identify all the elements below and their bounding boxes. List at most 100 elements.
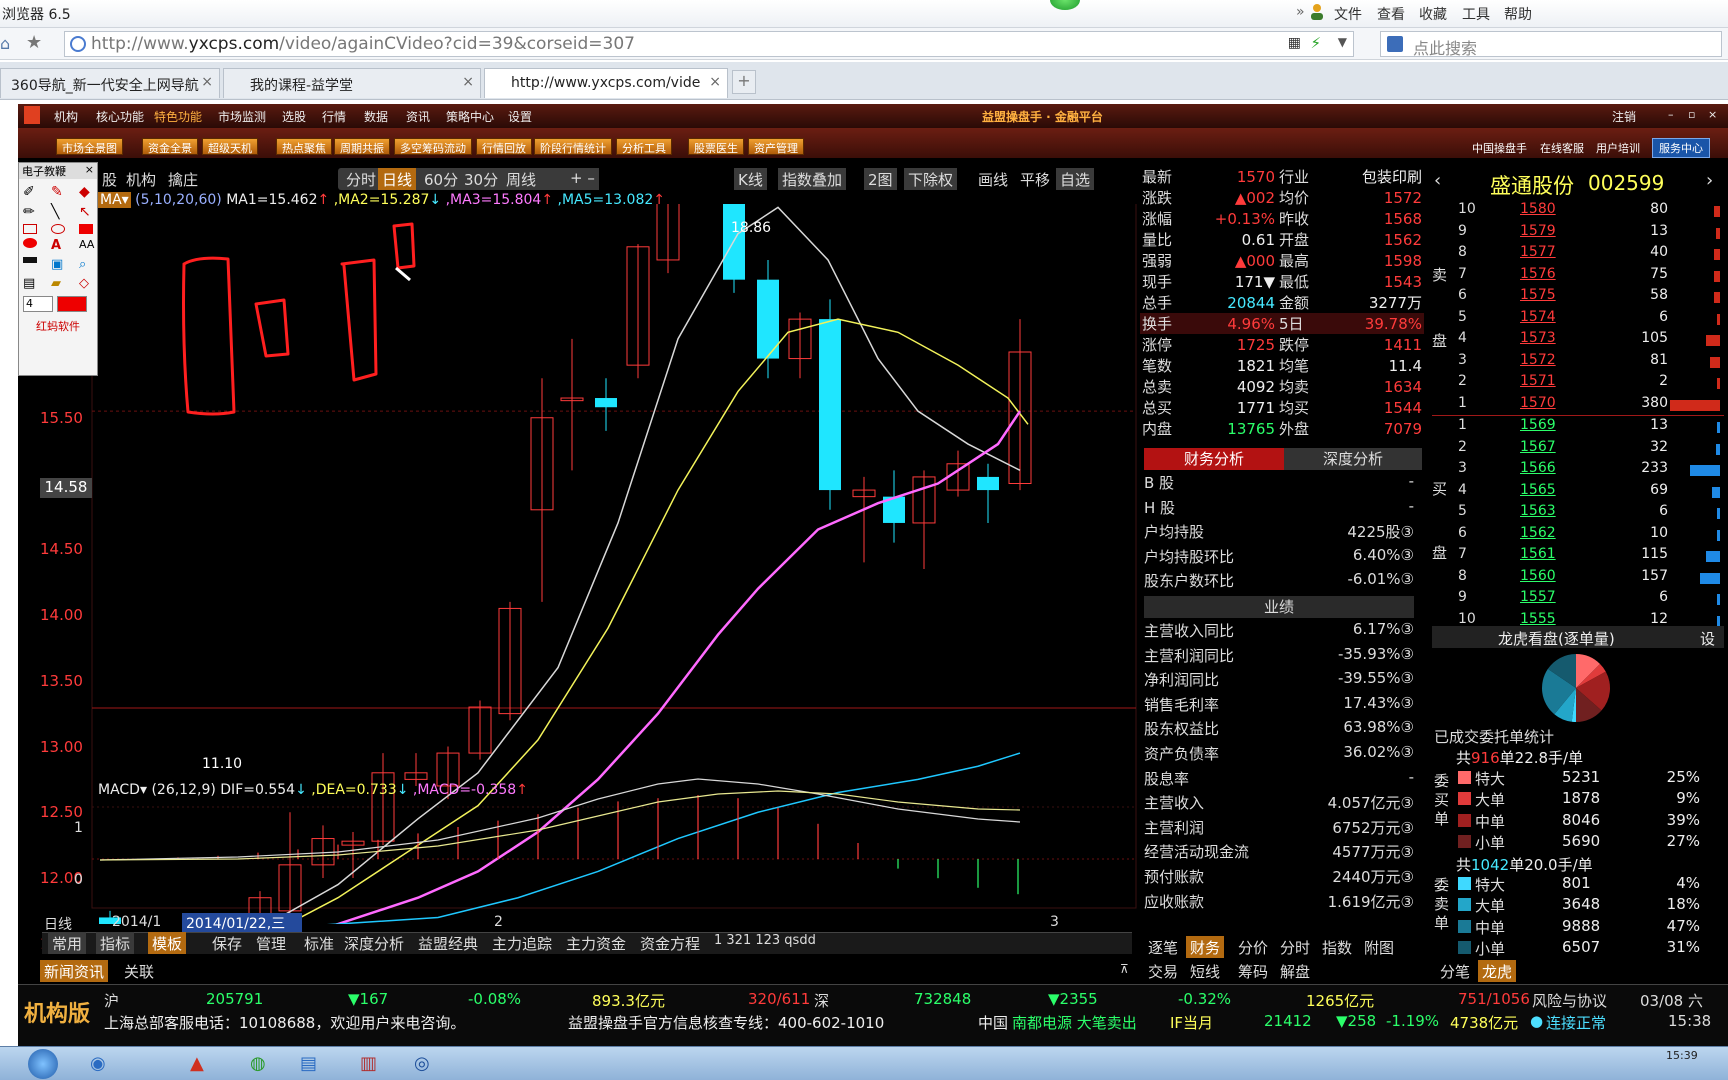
link-user-training[interactable]: 用户培训: [1596, 140, 1640, 156]
font-icon[interactable]: AA: [79, 238, 103, 253]
search-engine-icon[interactable]: [1387, 36, 1403, 52]
tab-template[interactable]: 模板: [148, 932, 187, 954]
btn-draw-line[interactable]: 画线: [974, 168, 1012, 190]
period-60[interactable]: 60分: [420, 168, 462, 190]
tab-trade[interactable]: 交易: [1144, 960, 1182, 982]
btn-cycle[interactable]: 周期共振: [334, 138, 390, 155]
sell-level-row[interactable]: 5 1574 6: [1456, 309, 1724, 330]
tab-index[interactable]: 指数: [1318, 936, 1356, 958]
tab-video[interactable]: http://www.yxcps.com/vide ×: [484, 68, 728, 98]
link-china-trader[interactable]: 中国操盘手: [1472, 140, 1527, 156]
window-restore-icon[interactable]: ▫: [1688, 108, 1695, 121]
bold-line-icon[interactable]: [23, 257, 37, 263]
period-daily[interactable]: 日线: [378, 168, 417, 190]
period-30[interactable]: 30分: [460, 168, 502, 190]
menu-settings[interactable]: 设置: [508, 108, 532, 125]
period-weekly[interactable]: 周线: [502, 168, 540, 190]
menu-expand-icon[interactable]: »: [1296, 4, 1305, 20]
pen-width-select[interactable]: 4: [23, 296, 53, 312]
toolbar-qinzhuang[interactable]: 擒庄: [164, 168, 202, 190]
tab-commentary[interactable]: 解盘: [1276, 960, 1314, 982]
stock-chart[interactable]: [38, 204, 1138, 924]
user-icon[interactable]: [1310, 3, 1324, 20]
star-icon[interactable]: ★: [26, 32, 42, 53]
buy-level-row[interactable]: 1 1569 13: [1456, 417, 1724, 438]
tab-close-icon[interactable]: ×: [709, 74, 721, 90]
btn-market-panorama[interactable]: 市场全景图: [56, 138, 123, 155]
menu-select[interactable]: 选股: [282, 108, 306, 125]
new-tab-button[interactable]: +: [732, 70, 756, 94]
taskbar-app-5-icon[interactable]: ▥: [360, 1053, 377, 1074]
screen-icon[interactable]: ▣: [51, 257, 75, 272]
url-input[interactable]: http://www.yxcps.com/video/againCVideo?c…: [64, 31, 1354, 57]
btn-watchlist[interactable]: 自选: [1056, 168, 1095, 190]
clear-icon[interactable]: ◇: [79, 276, 103, 291]
buy-level-row[interactable]: 3 1566 233: [1456, 460, 1724, 481]
lightning-icon[interactable]: ⚡: [1310, 34, 1321, 52]
tab-save[interactable]: 保存: [208, 932, 246, 954]
tab-tick[interactable]: 逐笔: [1144, 936, 1182, 958]
window-close-icon[interactable]: ×: [1708, 108, 1717, 121]
taskbar-app-4-icon[interactable]: ▤: [300, 1053, 317, 1074]
sell-level-row[interactable]: 4 1573 105: [1456, 330, 1724, 351]
menu-jigou[interactable]: 机构: [54, 108, 78, 125]
tab-common[interactable]: 常用: [48, 932, 87, 954]
menu-news[interactable]: 资讯: [406, 108, 430, 125]
menu-help[interactable]: 帮助: [1504, 4, 1532, 24]
save-icon[interactable]: ▤: [23, 276, 47, 291]
tab-deep-analysis[interactable]: 深度分析: [340, 932, 408, 954]
tool-panel-close-icon[interactable]: ×: [85, 163, 94, 176]
tab-fund-equation[interactable]: 资金方程: [636, 932, 704, 954]
btn-kline[interactable]: K线: [734, 168, 767, 190]
tab-depth-analysis[interactable]: 深度分析: [1284, 448, 1422, 470]
buy-level-row[interactable]: 8 1560 157: [1456, 568, 1724, 589]
sell-level-row[interactable]: 9 1579 13: [1456, 223, 1724, 244]
pen-icon[interactable]: ✎: [51, 184, 75, 200]
menu-quote[interactable]: 行情: [322, 108, 346, 125]
sell-level-row[interactable]: 7 1576 75: [1456, 266, 1724, 287]
tab-longhu[interactable]: 龙虎: [1478, 960, 1517, 982]
tab-timeshare[interactable]: 分时: [1276, 936, 1314, 958]
menu-data[interactable]: 数据: [364, 108, 388, 125]
eraser-icon[interactable]: ✐: [23, 184, 47, 200]
menu-monitor[interactable]: 市场监测: [218, 108, 266, 125]
tab-fenbi[interactable]: 分笔: [1436, 960, 1474, 982]
buy-level-row[interactable]: 9 1557 6: [1456, 589, 1724, 610]
btn-asset-manage[interactable]: 资产管理: [748, 138, 804, 155]
tab-custom[interactable]: 1 321 123 qsdd: [710, 932, 820, 954]
start-button-icon[interactable]: [28, 1049, 58, 1079]
btn-replay[interactable]: 行情回放: [476, 138, 532, 155]
prev-stock-icon[interactable]: ‹: [1434, 170, 1441, 191]
pencil-icon[interactable]: ✏: [23, 204, 47, 220]
fill-ellipse-icon[interactable]: [23, 238, 37, 248]
tab-news[interactable]: 新闻资讯: [40, 960, 109, 982]
tab-standard[interactable]: 标准: [300, 932, 338, 954]
tab-360[interactable]: 360导航_新一代安全上网导航 ×: [0, 68, 220, 98]
window-minimize-icon[interactable]: –: [1668, 108, 1674, 121]
btn-fund-panorama[interactable]: 资金全景: [142, 138, 198, 155]
tab-main-track[interactable]: 主力追踪: [488, 932, 556, 954]
risk-link[interactable]: 风险与协议: [1532, 990, 1607, 1011]
color-select[interactable]: [57, 296, 87, 312]
zoom-in-button[interactable]: + –: [566, 168, 599, 190]
menu-core[interactable]: 核心功能: [96, 108, 144, 125]
taskbar-app-3-icon[interactable]: ◍: [250, 1053, 266, 1074]
dragon-setting[interactable]: 设: [1700, 628, 1715, 649]
link-online-service[interactable]: 在线客服: [1540, 140, 1584, 156]
menu-special[interactable]: 特色功能: [154, 108, 202, 125]
tab-finance[interactable]: 财务: [1186, 936, 1225, 958]
btn-analysis-tools[interactable]: 分析工具: [616, 138, 672, 155]
sell-level-row[interactable]: 6 1575 58: [1456, 287, 1724, 308]
qrcode-icon[interactable]: ▦: [1288, 35, 1301, 51]
tab-price-dist[interactable]: 分价: [1234, 936, 1272, 958]
btn-chips-flow[interactable]: 多空筹码流动: [394, 138, 472, 155]
tab-course[interactable]: 我的课程-益学堂 ×: [223, 68, 481, 98]
url-dropdown-icon[interactable]: ▼: [1338, 35, 1347, 49]
taskbar-app-2-icon[interactable]: ▲: [190, 1053, 204, 1074]
btn-ex-rights[interactable]: 下除权: [904, 168, 958, 190]
sell-level-row[interactable]: 1 1570 380: [1456, 395, 1724, 416]
menu-tools[interactable]: 工具: [1462, 4, 1490, 24]
next-stock-icon[interactable]: ›: [1706, 170, 1713, 191]
buy-level-row[interactable]: 2 1567 32: [1456, 439, 1724, 460]
text-icon[interactable]: A: [51, 238, 75, 253]
